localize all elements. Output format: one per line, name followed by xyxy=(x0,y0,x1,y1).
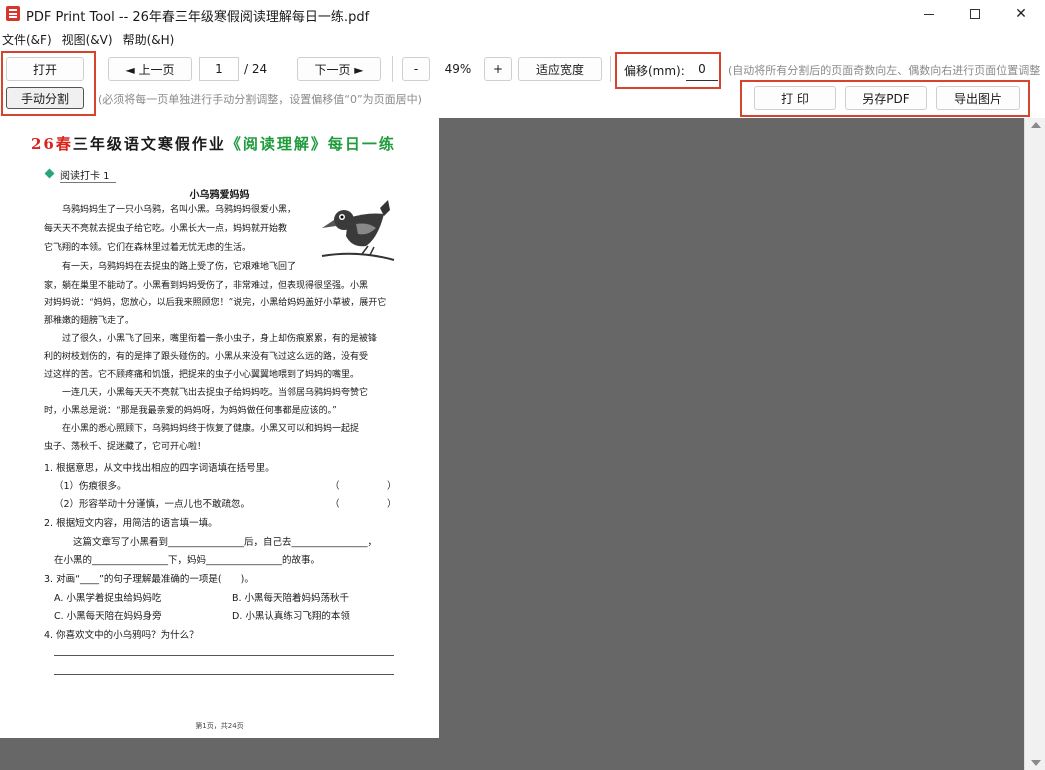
question-2a: 这篇文章写了小黑看到________________后，自己去_________… xyxy=(54,537,378,548)
toolbar-separator xyxy=(392,56,393,82)
minimize-button[interactable] xyxy=(906,0,952,28)
pdf-page: 26春三年级语文寒假作业《阅读理解》每日一练 阅读打卡 1 小乌鸦爱妈妈 乌鸦妈… xyxy=(0,118,439,738)
answer-bracket: （ ） xyxy=(330,499,397,510)
paragraph-line: 过这样的苦。它不顾疼痛和饥饿，把捉来的虫子小心翼翼地喂到了妈妈的嘴里。 xyxy=(44,370,360,380)
close-button[interactable]: ✕ xyxy=(998,0,1044,28)
menu-bar: 文件(&F) 视图(&V) 帮助(&H) xyxy=(0,29,1045,49)
offset-label: 偏移(mm): xyxy=(624,64,685,78)
question-2b: 在小黑的________________下，妈妈________________… xyxy=(54,555,321,566)
option-a: A. 小黑学着捉虫给妈妈吃 xyxy=(54,593,162,604)
answer-line xyxy=(54,655,394,656)
manual-split-button[interactable]: 手动分割 xyxy=(6,87,84,109)
menu-view[interactable]: 视图(&V) xyxy=(58,31,119,48)
paragraph-line: 它飞翔的本领。它们在森林里过着无忧无虑的生活。 xyxy=(44,243,252,253)
prev-page-button[interactable]: ◄ 上一页 xyxy=(108,57,192,81)
question-1: 1. 根据意思，从文中找出相应的四字词语填在括号里。 xyxy=(44,463,275,474)
offset-input[interactable]: 0 xyxy=(686,57,718,81)
option-d: D. 小黑认真练习飞翔的本领 xyxy=(232,611,350,622)
page-footer: 第1页，共24页 xyxy=(195,722,244,730)
paragraph-line: 时，小黑总是说：“那是我最亲爱的妈妈呀，为妈妈做任何事都是应该的。” xyxy=(44,406,337,416)
vertical-scrollbar[interactable] xyxy=(1024,118,1045,770)
title-bar: PDF Print Tool -- 26年春三年级寒假阅读理解每日一练.pdf … xyxy=(0,0,1045,28)
page-total: / 24 xyxy=(244,62,268,76)
zoom-in-button[interactable]: + xyxy=(484,57,512,81)
offset-hint: (自动将所有分割后的页面奇数向左、偶数向右进行页面位置调整 xyxy=(728,64,1041,77)
title-dark-part: 三年级语文寒假作业 xyxy=(72,135,226,153)
paragraph-line: 有一天，乌鸦妈妈在去捉虫的路上受了伤，它艰难地飞回了 xyxy=(44,262,297,272)
toolbar: 打开 手动分割 (必须将每一页单独进行手动分割调整，设置偏移值“0”为页面居中)… xyxy=(0,50,1045,118)
fit-width-button[interactable]: 适应宽度 xyxy=(518,57,602,81)
question-3: 3. 对画“____”的句子理解最准确的一项是( )。 xyxy=(44,574,254,585)
minimize-icon xyxy=(924,13,934,15)
paragraph-line: 虫子、荡秋千、捉迷藏了，它可开心啦！ xyxy=(44,442,207,452)
question-1b: （2）形容举动十分谨慎，一点儿也不敢疏忽。 xyxy=(54,499,251,510)
option-c: C. 小黑每天陪在妈妈身旁 xyxy=(54,611,162,622)
save-pdf-button[interactable]: 另存PDF xyxy=(845,86,927,110)
question-4: 4. 你喜欢文中的小乌鸦吗？为什么？ xyxy=(44,630,199,641)
title-red-part: 26春 xyxy=(31,135,73,153)
question-2: 2. 根据短文内容，用简洁的语言填一填。 xyxy=(44,518,218,529)
menu-file[interactable]: 文件(&F) xyxy=(0,31,58,48)
document-title: 26春三年级语文寒假作业《阅读理解》每日一练 xyxy=(31,133,396,154)
paragraph-line: 乌鸦妈妈生了一只小乌鸦，名叫小黑。乌鸦妈妈很爱小黑， xyxy=(44,205,297,215)
title-green-part: 《阅读理解》每日一练 xyxy=(225,135,396,153)
split-hint: (必须将每一页单独进行手动分割调整，设置偏移值“0”为页面居中) xyxy=(98,93,422,106)
app-icon xyxy=(6,6,20,21)
close-icon: ✕ xyxy=(1015,6,1027,22)
export-image-button[interactable]: 导出图片 xyxy=(936,86,1020,110)
document-viewport[interactable]: 26春三年级语文寒假作业《阅读理解》每日一练 阅读打卡 1 小乌鸦爱妈妈 乌鸦妈… xyxy=(0,118,1024,770)
paragraph-line: 在小黑的悉心照顾下，乌鸦妈妈终于恢复了健康。小黑又可以和妈妈一起捉 xyxy=(44,424,360,434)
paragraph-line: 对妈妈说：“妈妈，您放心，以后我来照顾您！”说完，小黑给妈妈盖好小草被，展开它 xyxy=(44,298,387,308)
zoom-level: 49% xyxy=(444,62,472,76)
answer-line xyxy=(54,674,394,675)
maximize-icon xyxy=(970,9,980,19)
crow-illustration xyxy=(321,200,395,261)
scroll-up-icon[interactable] xyxy=(1031,122,1041,128)
paragraph-line: 一连几天，小黑每天天不亮就飞出去捉虫子给妈妈吃。当邻居乌鸦妈妈夸赞它 xyxy=(44,388,369,398)
option-b: B. 小黑每天陪着妈妈荡秋千 xyxy=(232,593,350,604)
menu-help[interactable]: 帮助(&H) xyxy=(119,31,181,48)
next-page-button[interactable]: 下一页 ► xyxy=(297,57,381,81)
page-number-input[interactable]: 1 xyxy=(199,57,239,81)
maximize-button[interactable] xyxy=(952,0,998,28)
toolbar-separator xyxy=(610,56,611,82)
open-button[interactable]: 打开 xyxy=(6,57,84,81)
paragraph-line: 每天天不亮就去捉虫子给它吃。小黑长大一点，妈妈就开始教 xyxy=(44,224,288,234)
question-1a: （1）伤痕很多。 xyxy=(54,481,127,492)
zoom-out-button[interactable]: - xyxy=(402,57,430,81)
paragraph-line: 过了很久，小黑飞了回来，嘴里衔着一条小虫子，身上却伤痕累累，有的是被锋 xyxy=(44,334,378,344)
print-button[interactable]: 打 印 xyxy=(754,86,836,110)
diamond-icon xyxy=(44,168,55,179)
checkin-label: 阅读打卡 1 xyxy=(60,167,116,183)
paragraph-line: 利的树枝划伤的，有的是摔了跟头碰伤的。小黑从来没有飞过这么远的路，没有受 xyxy=(44,352,369,362)
paragraph-line: 那稚嫩的翅膀飞走了。 xyxy=(44,316,135,326)
window-title: PDF Print Tool -- 26年春三年级寒假阅读理解每日一练.pdf xyxy=(26,10,370,25)
scroll-down-icon[interactable] xyxy=(1031,760,1041,766)
answer-bracket: （ ） xyxy=(330,481,397,492)
